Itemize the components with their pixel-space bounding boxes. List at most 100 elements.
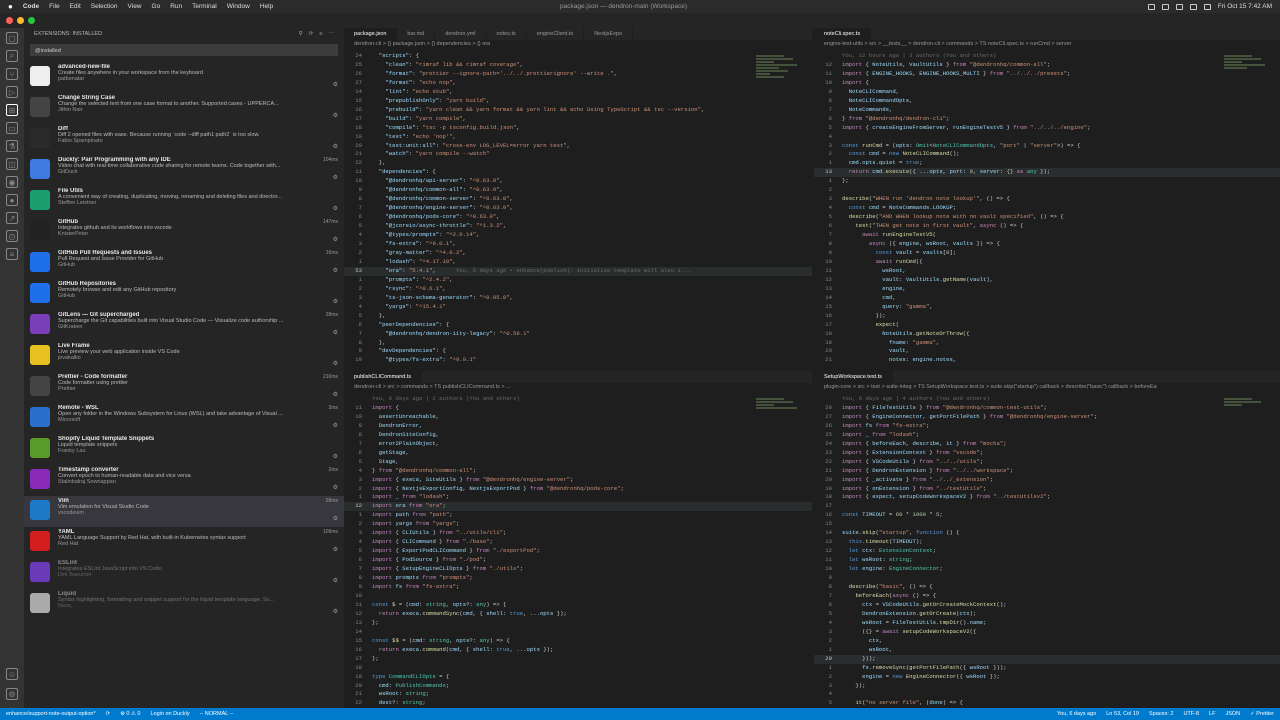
- docker-icon[interactable]: ◫: [6, 158, 18, 170]
- gear-icon[interactable]: ⚙: [333, 577, 338, 584]
- apple-icon[interactable]: ●: [8, 2, 13, 11]
- extension-item[interactable]: Change String Case Change the selected t…: [24, 93, 344, 124]
- tab-setupworkspace[interactable]: SetupWorkspace.test.ts: [814, 371, 893, 383]
- run-debug-icon[interactable]: ▷: [6, 86, 18, 98]
- extension-item[interactable]: GitHub 147ms Integrates github and its wo…: [24, 217, 344, 248]
- tab-nextjsexpo[interactable]: NextjsExpo: [584, 28, 634, 40]
- gear-icon[interactable]: ⚙: [333, 143, 338, 150]
- indentation[interactable]: Spaces: 2: [1149, 711, 1173, 717]
- tray-icon[interactable]: [1161, 3, 1169, 10]
- problems-indicator[interactable]: ⊗ 0 ⚠ 0: [120, 711, 140, 717]
- clear-icon[interactable]: ≡: [319, 31, 322, 39]
- extension-item[interactable]: Prettier - Code formatter 216ms Code form…: [24, 372, 344, 403]
- git-blame[interactable]: You, 6 days ago: [1057, 711, 1096, 717]
- duckly-login[interactable]: Login on Duckly: [150, 711, 189, 717]
- extension-item[interactable]: Remote - WSL 3ms Open any folder in the W…: [24, 403, 344, 434]
- minimize-window-button[interactable]: [17, 17, 24, 24]
- code-content[interactable]: You, 6 days ago | 2 authors (You and oth…: [344, 395, 812, 708]
- liveshare-icon[interactable]: ↗: [6, 212, 18, 224]
- extension-item[interactable]: GitLens — Git supercharged 28ms Superchar…: [24, 310, 344, 341]
- code-content[interactable]: You, 12 hours ago | 3 authors (You and o…: [814, 52, 1280, 365]
- explorer-icon[interactable]: ▢: [6, 32, 18, 44]
- tab-publishcli[interactable]: publishCLICommand.ts: [344, 371, 423, 383]
- account-icon[interactable]: ☺: [6, 668, 18, 680]
- testing-icon[interactable]: ⚗: [6, 140, 18, 152]
- editor-publishcli[interactable]: publishCLICommand.ts dendron-cli > src >…: [344, 371, 812, 708]
- breadcrumb[interactable]: engine-test-utils > src > __tests__ > de…: [814, 40, 1280, 50]
- menu-terminal[interactable]: Terminal: [192, 3, 217, 10]
- extension-item[interactable]: Liquid Syntax highlighting, formatting a…: [24, 589, 344, 620]
- gear-icon[interactable]: ⚙: [333, 298, 338, 305]
- menu-run[interactable]: Run: [170, 3, 182, 10]
- sync-icon[interactable]: ⟳: [106, 711, 111, 717]
- gear-icon[interactable]: ⚙: [333, 360, 338, 367]
- remote-explorer-icon[interactable]: ▭: [6, 122, 18, 134]
- extension-item[interactable]: Diff Diff 2 opened files with ease. Beca…: [24, 124, 344, 155]
- gear-icon[interactable]: ⚙: [333, 515, 338, 522]
- editor-setupworkspace-test[interactable]: SetupWorkspace.test.ts plugin-core > src…: [814, 371, 1280, 708]
- extensions-icon[interactable]: ⊞: [6, 104, 18, 116]
- menu-go[interactable]: Go: [152, 3, 161, 10]
- gitlens-icon[interactable]: ◉: [6, 176, 18, 188]
- gear-icon[interactable]: ⚙: [333, 236, 338, 243]
- code-content[interactable]: 24 "scripts": { 25 "clean": "rimraf lib …: [344, 52, 812, 365]
- gear-icon[interactable]: ⚙: [6, 688, 18, 700]
- extension-item[interactable]: Duckly: Pair Programming with any IDE 104…: [24, 155, 344, 186]
- close-window-button[interactable]: [6, 17, 13, 24]
- extension-item[interactable]: Live Frame Live preview your web applica…: [24, 341, 344, 372]
- extension-item[interactable]: ESLint Integrates ESLint JavaScript into…: [24, 558, 344, 589]
- extension-item[interactable]: YAML 109ms YAML Language Support by Red H…: [24, 527, 344, 558]
- gear-icon[interactable]: ⚙: [333, 422, 338, 429]
- menu-edit[interactable]: Edit: [70, 3, 81, 10]
- tab-dendron-yml[interactable]: dendron.yml: [435, 28, 487, 40]
- tray-icon[interactable]: [1175, 3, 1183, 10]
- extension-item[interactable]: Timestamp converter 2ms Convert epoch to …: [24, 465, 344, 496]
- tab-package-json[interactable]: package.json: [344, 28, 398, 40]
- tab-bar-md[interactable]: bar.md: [397, 28, 436, 40]
- tab-engineclient-ts[interactable]: engineClient.ts: [527, 28, 585, 40]
- wifi-icon[interactable]: [1203, 3, 1211, 10]
- github-icon[interactable]: ●: [6, 194, 18, 206]
- minimap[interactable]: [1224, 397, 1270, 407]
- tab-notes-ts[interactable]: notes.ts: [487, 28, 527, 40]
- menu-file[interactable]: File: [49, 3, 59, 10]
- gear-icon[interactable]: ⚙: [333, 546, 338, 553]
- gear-icon[interactable]: ⚙: [333, 608, 338, 615]
- eol[interactable]: LF: [1209, 711, 1215, 717]
- breadcrumb[interactable]: dendron-cli > src > commands > TS publis…: [344, 383, 812, 393]
- timeline-icon[interactable]: ◷: [6, 230, 18, 242]
- extension-item[interactable]: Vim 58ms Vim emulation for Visual Studio …: [24, 496, 344, 527]
- gear-icon[interactable]: ⚙: [333, 453, 338, 460]
- breadcrumb[interactable]: dendron-cli > {} package.json > {} depen…: [344, 40, 812, 50]
- tab-notecli-spec[interactable]: noteCli.spec.ts: [814, 28, 872, 40]
- gear-icon[interactable]: ⚙: [333, 81, 338, 88]
- menu-window[interactable]: Window: [227, 3, 250, 10]
- gear-icon[interactable]: ⚙: [333, 112, 338, 119]
- code-content[interactable]: You, 6 days ago | 4 authors (You and oth…: [814, 395, 1280, 708]
- language-mode[interactable]: JSON: [1225, 711, 1240, 717]
- tray-icon[interactable]: [1147, 3, 1155, 10]
- search-icon[interactable]: ⌕: [6, 50, 18, 62]
- battery-icon[interactable]: [1189, 3, 1197, 10]
- editor-package-json[interactable]: package.json bar.md dendron.yml notes.ts…: [344, 28, 812, 370]
- encoding[interactable]: UTF-8: [1183, 711, 1199, 717]
- menu-help[interactable]: Help: [260, 3, 273, 10]
- clock[interactable]: Fri Oct 15 7:42 AM: [1218, 3, 1272, 10]
- gear-icon[interactable]: ⚙: [333, 267, 338, 274]
- minimap[interactable]: [756, 54, 802, 79]
- app-menu[interactable]: Code: [23, 3, 39, 10]
- extension-item[interactable]: File Utils A convenient way of creating,…: [24, 186, 344, 217]
- minimap[interactable]: [1224, 54, 1270, 70]
- extension-item[interactable]: Shopify Liquid Template Snippets Liquid …: [24, 434, 344, 465]
- gear-icon[interactable]: ⚙: [333, 329, 338, 336]
- minimap[interactable]: [756, 397, 802, 410]
- menu-selection[interactable]: Selection: [91, 3, 118, 10]
- extension-item[interactable]: GitHub Pull Requests and Issues 16ms Pull…: [24, 248, 344, 279]
- filter-icon[interactable]: ⚲: [299, 31, 303, 39]
- editor-notecli-spec[interactable]: noteCli.spec.ts engine-test-utils > src …: [814, 28, 1280, 370]
- extension-item[interactable]: advanced-new-file Create files anywhere …: [24, 62, 344, 93]
- menu-view[interactable]: View: [128, 3, 142, 10]
- gear-icon[interactable]: ⚙: [333, 174, 338, 181]
- extensions-search-input[interactable]: @installed: [30, 44, 338, 56]
- more-icon[interactable]: ⋯: [329, 31, 335, 39]
